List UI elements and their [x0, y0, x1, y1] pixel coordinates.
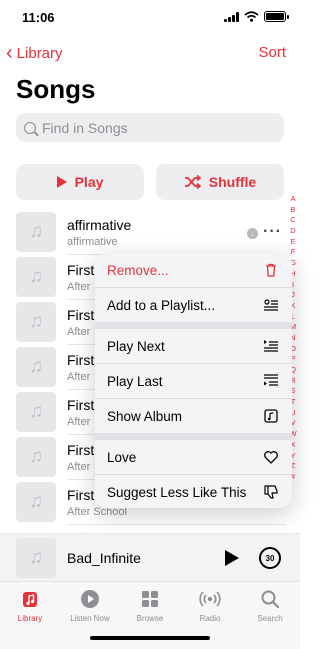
song-title: First — [67, 442, 95, 458]
status-icons — [224, 11, 289, 22]
status-time: 11:06 — [22, 10, 55, 25]
play-next-label: Play Next — [107, 338, 165, 354]
index-letter[interactable]: I — [292, 280, 294, 291]
back-label: Library — [16, 44, 63, 62]
search-icon — [259, 588, 281, 610]
music-note-icon: ♫ — [16, 347, 56, 387]
now-playing-bar[interactable]: ♫ Bad_Infinite 30 — [0, 533, 300, 581]
add-to-playlist-icon — [264, 299, 278, 311]
song-title: First — [67, 397, 95, 413]
thumbs-down-icon — [264, 485, 278, 499]
index-letter[interactable]: D — [290, 226, 295, 237]
shuffle-label: Shuffle — [208, 174, 257, 190]
sort-button[interactable]: Sort — [258, 44, 286, 61]
index-letter[interactable]: B — [290, 205, 295, 216]
search-input[interactable]: Find in Songs — [16, 113, 284, 142]
home-indicator — [90, 636, 210, 640]
music-note-icon: ♫ — [16, 392, 56, 432]
love-label: Love — [107, 449, 137, 465]
cellular-signal-icon — [224, 11, 239, 22]
tab-browse[interactable]: Browse — [120, 588, 180, 623]
tab-library[interactable]: Library — [0, 588, 60, 623]
song-title: affirmative — [67, 217, 132, 233]
list-item[interactable]: ♫ affirmative affirmative ↓ ··· — [0, 210, 286, 255]
tab-search[interactable]: Search — [240, 588, 300, 623]
browse-icon — [139, 588, 161, 610]
tab-label: Library — [17, 614, 43, 623]
album-icon — [264, 409, 278, 423]
context-menu: Remove... Add to a Playlist... Play Next… — [95, 253, 292, 508]
trash-icon — [266, 263, 276, 277]
tab-label: Radio — [199, 614, 221, 623]
battery-icon — [264, 11, 289, 22]
heart-icon — [264, 451, 278, 464]
tab-label: Browse — [136, 614, 164, 623]
play-label: Play — [74, 174, 104, 190]
suggest-less-menu-item[interactable]: Suggest Less Like This — [95, 475, 292, 508]
more-icon[interactable]: ··· — [263, 223, 282, 241]
library-icon — [19, 588, 41, 610]
song-artist: After — [67, 326, 91, 338]
add-to-playlist-menu-item[interactable]: Add to a Playlist... — [95, 288, 292, 322]
listen-now-icon — [79, 588, 101, 610]
radio-icon — [199, 588, 221, 610]
song-artist: After — [67, 416, 91, 428]
show-album-label: Show Album — [107, 408, 183, 424]
love-menu-item[interactable]: Love — [95, 440, 292, 474]
song-artist: After — [67, 461, 91, 473]
show-album-menu-item[interactable]: Show Album — [95, 399, 292, 433]
music-note-icon: ♫ — [16, 257, 56, 297]
song-title: First — [67, 352, 95, 368]
now-playing-title: Bad_Infinite — [67, 550, 141, 566]
search-placeholder: Find in Songs — [42, 119, 128, 136]
shuffle-icon — [184, 175, 201, 189]
song-title: First — [67, 307, 95, 323]
navigation-bar: ‹ Library Sort — [0, 40, 300, 66]
play-next-menu-item[interactable]: Play Next — [95, 329, 292, 363]
music-note-icon: ♫ — [16, 437, 56, 477]
play-button[interactable]: Play — [16, 164, 144, 200]
play-last-label: Play Last — [107, 373, 163, 389]
shuffle-button[interactable]: Shuffle — [156, 164, 284, 200]
tab-label: Search — [257, 614, 283, 623]
tab-label: Listen Now — [70, 614, 110, 623]
song-title: First — [67, 262, 95, 278]
search-icon — [24, 121, 36, 134]
song-artist: affirmative — [67, 236, 118, 248]
status-bar: 11:06 — [0, 0, 300, 36]
page-title: Songs — [16, 74, 96, 104]
music-note-icon: ♫ — [16, 212, 56, 252]
play-next-icon — [264, 340, 278, 352]
music-note-icon: ♫ — [16, 482, 56, 522]
add-to-playlist-label: Add to a Playlist... — [107, 297, 216, 313]
index-letter[interactable]: C — [290, 215, 295, 226]
tab-listen-now[interactable]: Listen Now — [60, 588, 120, 623]
download-icon: ↓ — [247, 228, 258, 239]
remove-label: Remove... — [107, 262, 169, 278]
skip-seconds: 30 — [265, 553, 275, 563]
play-button[interactable] — [225, 550, 239, 566]
play-last-menu-item[interactable]: Play Last — [95, 364, 292, 398]
song-title: First — [67, 487, 95, 503]
skip-forward-button[interactable]: 30 — [259, 547, 281, 569]
tab-radio[interactable]: Radio — [180, 588, 240, 623]
wifi-icon — [244, 11, 259, 22]
play-last-icon — [264, 374, 278, 386]
back-button[interactable]: ‹ Library — [6, 43, 63, 63]
index-letter[interactable]: E — [290, 237, 295, 248]
play-icon — [56, 176, 67, 188]
music-note-icon: ♫ — [16, 538, 56, 578]
suggest-less-label: Suggest Less Like This — [107, 484, 247, 500]
remove-menu-item[interactable]: Remove... — [95, 253, 292, 287]
song-artist: After — [67, 281, 91, 293]
music-note-icon: ♫ — [16, 302, 56, 342]
chevron-left-icon: ‹ — [6, 42, 13, 64]
song-artist: After — [67, 371, 91, 383]
index-letter[interactable]: A — [290, 194, 295, 205]
